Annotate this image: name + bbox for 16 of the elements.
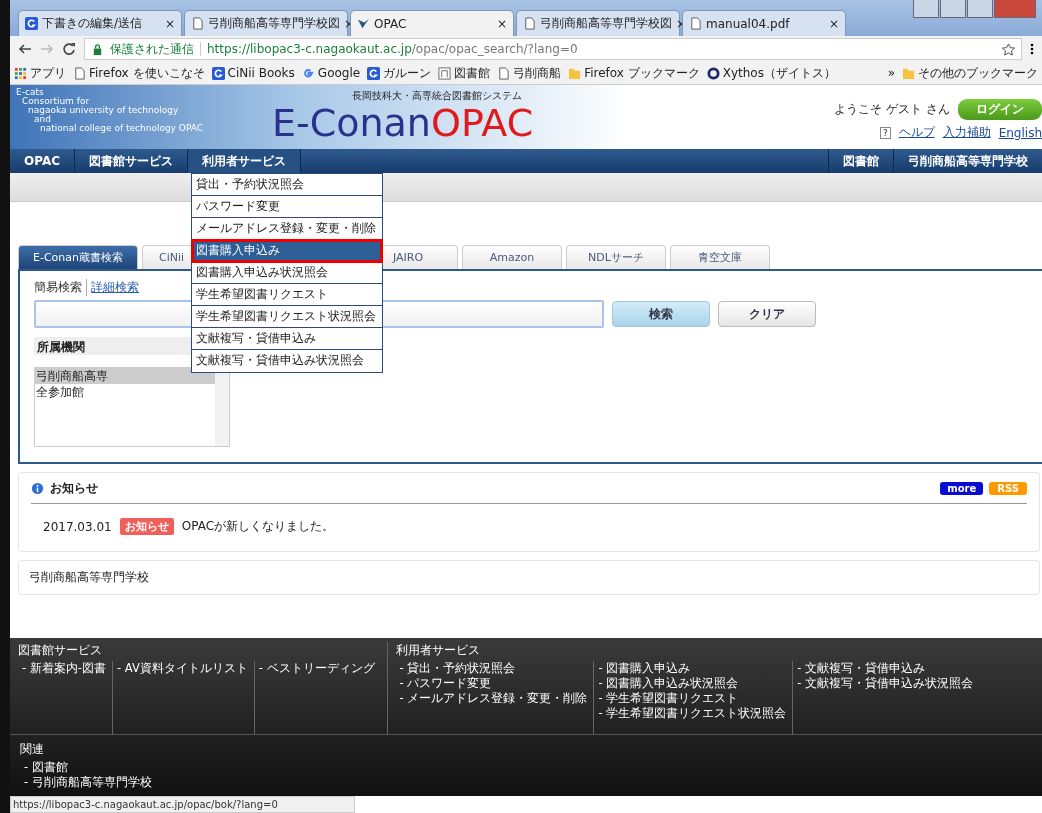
site-title: E-ConanOPAC xyxy=(272,103,534,143)
welcome-text: ようこそ ゲスト さん xyxy=(834,101,950,118)
consortium-logo: E-cats Consortium for nagaoka university of technology and national college of technology OPAC xyxy=(15,86,205,135)
news-badge: お知らせ xyxy=(119,518,174,535)
news-text: OPACが新しくなりました。 xyxy=(181,518,334,535)
system-subtitle: 長岡技科大・高専統合図書館システム xyxy=(351,89,523,103)
news-date: 2017.03.01 xyxy=(43,519,112,534)
status-url: https://libopac3-c.nagaokaut.ac.jp/opac/bok/?lang=0 xyxy=(10,796,355,813)
footer-heading: 図書館サービス xyxy=(18,642,103,659)
secure-label: 保護された通信 xyxy=(110,40,194,58)
footer-heading: 関連 xyxy=(20,741,45,758)
footer-heading: 利用者サービス xyxy=(395,642,481,659)
url-text: https://libopac3-c.nagaokaut.ac.jp/opac/opac_search/?lang=0 xyxy=(207,42,578,56)
library-box: 弓削商船高等専門学校 xyxy=(18,560,1040,595)
help-icon: ? xyxy=(879,126,891,139)
news-title: お知らせ xyxy=(50,479,98,497)
